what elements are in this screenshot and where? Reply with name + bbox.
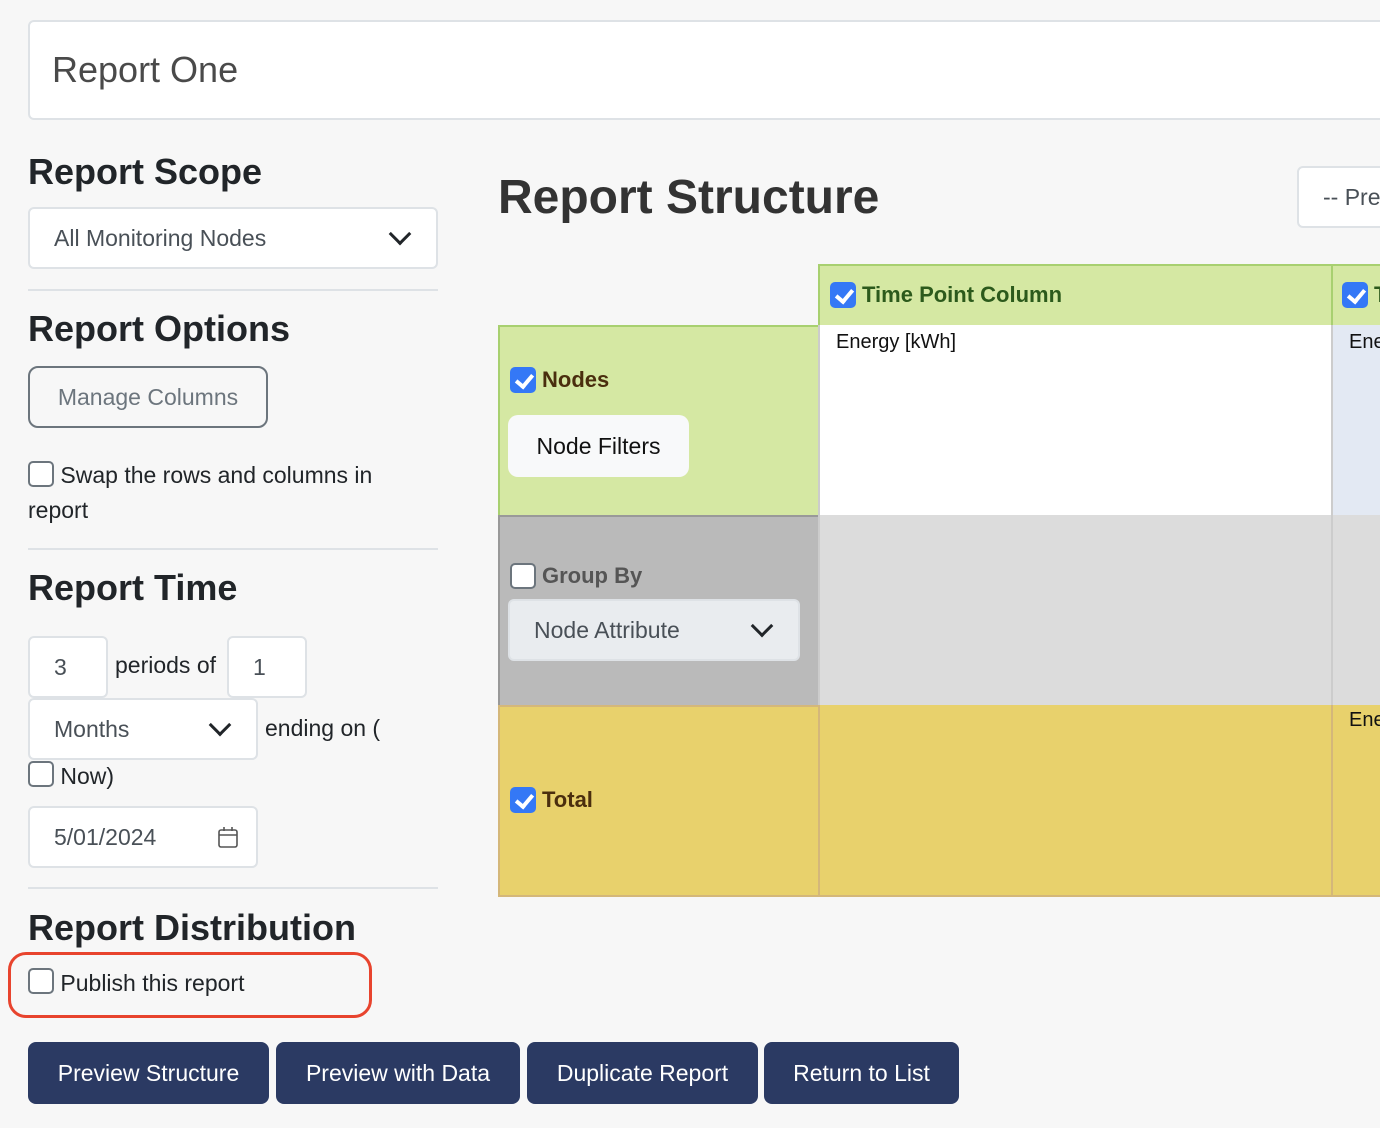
group-by-attribute-select[interactable]: Node Attribute bbox=[508, 599, 800, 661]
cell-group-col2 bbox=[1331, 515, 1380, 707]
publish-label: Publish this report bbox=[60, 970, 245, 996]
cell-group-col1 bbox=[818, 515, 1333, 707]
nodes-checkbox[interactable] bbox=[510, 367, 536, 393]
divider bbox=[28, 289, 438, 292]
scope-select-value: All Monitoring Nodes bbox=[54, 224, 267, 251]
cell-nodes-col1: Energy [kWh] bbox=[818, 325, 1333, 517]
column-2-checkbox[interactable] bbox=[1342, 282, 1368, 308]
manage-columns-button[interactable]: Manage Columns bbox=[28, 366, 268, 429]
cell-nodes-col2: Ene bbox=[1331, 325, 1380, 517]
group-by-attribute-value: Node Attribute bbox=[534, 616, 680, 643]
cell-total-col2: Ene bbox=[1331, 705, 1380, 897]
row-total: Total bbox=[498, 705, 820, 897]
divider bbox=[28, 548, 438, 551]
publish-checkbox[interactable] bbox=[28, 967, 54, 994]
report-distribution-heading: Report Distribution bbox=[28, 907, 356, 948]
duplicate-report-button[interactable]: Duplicate Report bbox=[527, 1042, 758, 1104]
report-time-heading: Report Time bbox=[28, 567, 238, 609]
period-length-value: 1 bbox=[253, 653, 266, 680]
report-title-input[interactable]: Report One bbox=[28, 20, 1380, 120]
end-date-value: 5/01/2024 bbox=[54, 823, 157, 850]
preview-with-data-button[interactable]: Preview with Data bbox=[276, 1042, 520, 1104]
end-date-input[interactable]: 5/01/2024 bbox=[28, 806, 258, 868]
column-2-label: T bbox=[1374, 282, 1380, 308]
now-checkbox[interactable] bbox=[28, 760, 54, 787]
report-scope-heading: Report Scope bbox=[28, 151, 263, 192]
period-length-input[interactable]: 1 bbox=[227, 636, 307, 698]
cell-total-col1 bbox=[818, 705, 1333, 897]
now-label: Now) bbox=[60, 763, 115, 789]
nodes-col1-measure: Energy [kWh] bbox=[836, 331, 957, 353]
total-checkbox[interactable] bbox=[510, 787, 536, 813]
preset-select[interactable]: -- Pre bbox=[1297, 166, 1380, 228]
group-by-label: Group By bbox=[542, 563, 643, 588]
nodes-label: Nodes bbox=[542, 367, 610, 392]
chevron-down-icon bbox=[388, 222, 412, 246]
scope-select[interactable]: All Monitoring Nodes bbox=[28, 207, 438, 270]
swap-checkbox[interactable] bbox=[28, 461, 54, 488]
row-group-by: Group By Node Attribute bbox=[498, 515, 820, 707]
now-option: Now) bbox=[28, 759, 114, 794]
time-point-column-checkbox[interactable] bbox=[830, 282, 856, 308]
preview-structure-button[interactable]: Preview Structure bbox=[28, 1042, 269, 1104]
chevron-down-icon bbox=[750, 614, 774, 638]
column-header-2: T bbox=[1331, 264, 1380, 328]
return-to-list-button[interactable]: Return to List bbox=[764, 1042, 959, 1104]
divider bbox=[28, 887, 438, 889]
ending-on-label: ending on ( bbox=[265, 715, 381, 741]
column-header-time-point: Time Point Column bbox=[818, 264, 1334, 328]
time-point-column-label: Time Point Column bbox=[862, 282, 1063, 307]
report-structure-heading: Report Structure bbox=[498, 171, 880, 224]
chevron-down-icon bbox=[208, 713, 232, 737]
calendar-icon[interactable] bbox=[218, 826, 238, 848]
row-nodes: Nodes Node Filters bbox=[498, 325, 820, 517]
period-unit-value: Months bbox=[54, 715, 130, 742]
swap-label: Swap the rows and columns in report bbox=[28, 462, 373, 524]
periods-count-value: 3 bbox=[54, 653, 67, 680]
total-col2-measure: Ene bbox=[1349, 709, 1380, 731]
periods-count-input[interactable]: 3 bbox=[28, 636, 108, 698]
nodes-col2-measure: Ene bbox=[1349, 331, 1380, 353]
publish-option: Publish this report bbox=[28, 966, 244, 1001]
swap-rows-columns: Swap the rows and columns in report bbox=[28, 458, 408, 528]
period-unit-select[interactable]: Months bbox=[28, 698, 258, 760]
group-by-checkbox[interactable] bbox=[510, 563, 536, 589]
total-label: Total bbox=[542, 787, 593, 812]
periods-of-label: periods of bbox=[115, 652, 217, 678]
node-filters-button[interactable]: Node Filters bbox=[508, 415, 689, 477]
left-panel: Report Scope All Monitoring Nodes Report… bbox=[28, 150, 438, 610]
report-options-heading: Report Options bbox=[28, 308, 290, 350]
